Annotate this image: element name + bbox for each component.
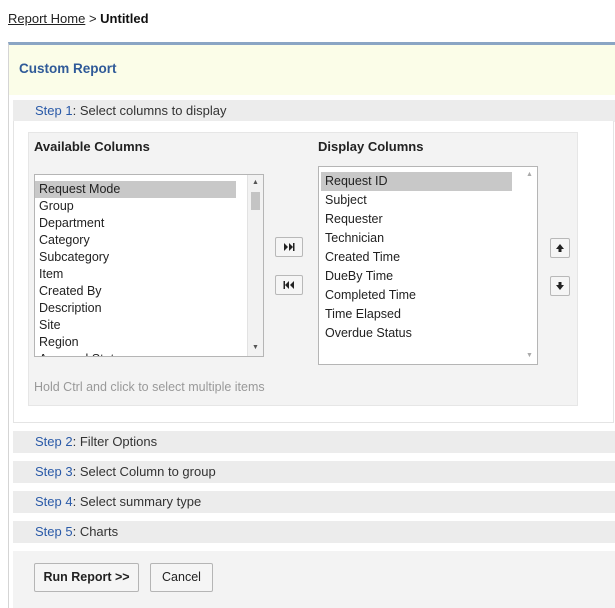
available-column-item[interactable]: Item bbox=[35, 266, 236, 283]
double-chevron-right-icon bbox=[284, 243, 295, 251]
available-columns-heading: Available Columns bbox=[34, 139, 150, 154]
step-3-label: : Select Column to group bbox=[72, 464, 216, 479]
step-5-header[interactable]: Step 5: Charts bbox=[13, 521, 615, 543]
available-list-scrollbar[interactable]: ▲ ▼ bbox=[247, 175, 263, 356]
display-columns-heading: Display Columns bbox=[318, 139, 424, 154]
available-column-item[interactable]: Group bbox=[35, 198, 236, 215]
display-column-item[interactable]: Created Time bbox=[321, 248, 512, 267]
available-column-item[interactable]: Request Mode bbox=[35, 181, 236, 198]
step-1-number: Step 1 bbox=[35, 103, 73, 118]
panel-header: Custom Report bbox=[9, 45, 615, 95]
step-4-number: Step 4 bbox=[35, 494, 73, 509]
available-column-item[interactable]: Category bbox=[35, 232, 236, 249]
display-column-item[interactable]: Requester bbox=[321, 210, 512, 229]
double-chevron-left-icon bbox=[283, 281, 294, 289]
available-column-item[interactable]: Region bbox=[35, 334, 236, 351]
arrow-up-icon bbox=[556, 244, 564, 252]
display-columns-list[interactable]: Request ID Subject Requester Technician Crea… bbox=[318, 166, 538, 365]
scroll-up-icon[interactable]: ▲ bbox=[522, 169, 537, 181]
step-3-header[interactable]: Step 3: Select Column to group bbox=[13, 461, 615, 483]
step-4-label: : Select summary type bbox=[72, 494, 202, 509]
breadcrumb: Report Home > Untitled bbox=[8, 11, 149, 26]
breadcrumb-separator: > bbox=[88, 11, 97, 26]
move-up-button[interactable] bbox=[550, 238, 570, 258]
step-3-number: Step 3 bbox=[35, 464, 73, 479]
available-column-item[interactable]: Description bbox=[35, 300, 236, 317]
scroll-thumb[interactable] bbox=[251, 192, 260, 210]
custom-report-panel: Custom Report Step 1: Select columns to … bbox=[8, 42, 615, 608]
panel-title: Custom Report bbox=[19, 61, 117, 76]
step-1-body: Available Columns Display Columns Reques… bbox=[13, 121, 614, 423]
breadcrumb-home-link[interactable]: Report Home bbox=[8, 11, 85, 26]
column-selector: Available Columns Display Columns Reques… bbox=[28, 132, 578, 406]
display-column-item[interactable]: Technician bbox=[321, 229, 512, 248]
display-column-item[interactable]: Request ID bbox=[321, 172, 512, 191]
step-1-header[interactable]: Step 1: Select columns to display bbox=[13, 100, 615, 122]
step-2-header[interactable]: Step 2: Filter Options bbox=[13, 431, 615, 453]
step-2-label: : Filter Options bbox=[72, 434, 158, 449]
scroll-down-icon[interactable]: ▼ bbox=[522, 350, 537, 362]
available-columns-list[interactable]: Request Mode Group Department Category Subca… bbox=[34, 174, 264, 357]
step-4-header[interactable]: Step 4: Select summary type bbox=[13, 491, 615, 513]
multi-select-hint: Hold Ctrl and click to select multiple i… bbox=[34, 380, 265, 394]
available-column-item[interactable]: Department bbox=[35, 215, 236, 232]
available-column-item[interactable]: Approval Status bbox=[35, 351, 236, 356]
scroll-up-icon[interactable]: ▲ bbox=[248, 177, 263, 189]
display-list-scrollbar[interactable]: ▲ ▼ bbox=[522, 167, 537, 364]
display-column-item[interactable]: Overdue Status bbox=[321, 324, 512, 343]
available-column-item[interactable]: Site bbox=[35, 317, 236, 334]
run-report-button[interactable]: Run Report >> bbox=[34, 563, 139, 592]
step-5-label: : Charts bbox=[72, 524, 119, 539]
scroll-down-icon[interactable]: ▼ bbox=[248, 342, 263, 354]
action-row: Run Report >> Cancel bbox=[13, 551, 615, 608]
display-column-item[interactable]: DueBy Time bbox=[321, 267, 512, 286]
breadcrumb-current: Untitled bbox=[100, 11, 149, 26]
display-column-item[interactable]: Time Elapsed bbox=[321, 305, 512, 324]
move-down-button[interactable] bbox=[550, 276, 570, 296]
display-column-item[interactable]: Completed Time bbox=[321, 286, 512, 305]
cancel-button[interactable]: Cancel bbox=[150, 563, 213, 592]
arrow-down-icon bbox=[556, 282, 564, 290]
step-5-number: Step 5 bbox=[35, 524, 73, 539]
move-right-button[interactable] bbox=[275, 237, 303, 257]
available-column-item[interactable]: Subcategory bbox=[35, 249, 236, 266]
display-column-item[interactable]: Subject bbox=[321, 191, 512, 210]
step-1-label: : Select columns to display bbox=[72, 103, 227, 118]
step-2-number: Step 2 bbox=[35, 434, 73, 449]
move-left-button[interactable] bbox=[275, 275, 303, 295]
available-column-item[interactable]: Created By bbox=[35, 283, 236, 300]
